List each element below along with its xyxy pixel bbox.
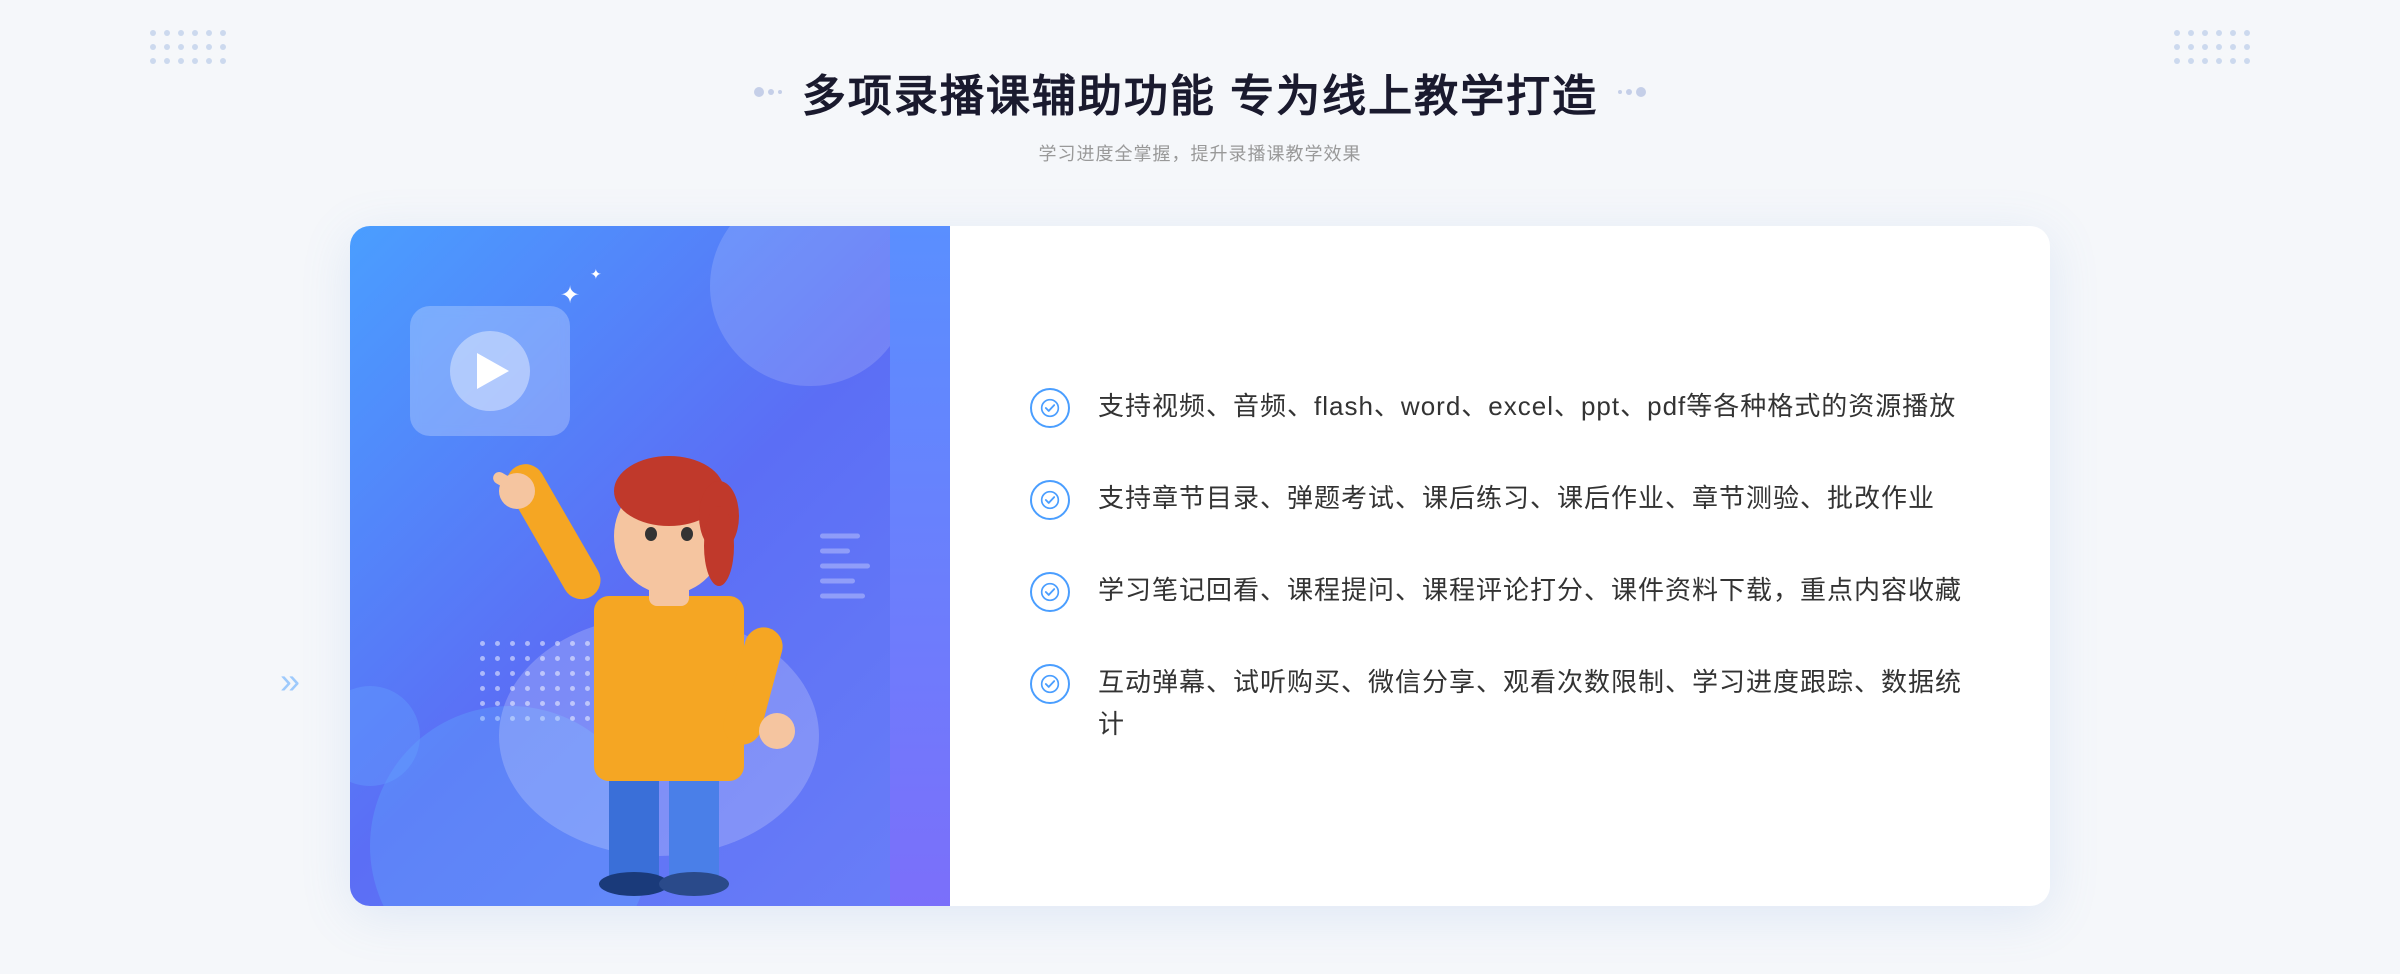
check-icon-1 [1030,388,1070,428]
feature-text-4: 互动弹幕、试听购买、微信分享、观看次数限制、学习进度跟踪、数据统计 [1098,662,1970,745]
feature-item-3: 学习笔记回看、课程提问、课程评论打分、课件资料下载，重点内容收藏 [1030,570,1970,612]
sparkle-2: ✦ [590,266,602,283]
title-deco-left [754,87,782,97]
bg-dots-right [2174,30,2250,64]
title-row: 多项录播课辅助功能 专为线上教学打造 [754,60,1646,124]
sparkle-1: ✦ [560,281,580,310]
content-card: ✦ ✦ [350,226,2050,906]
feature-item-2: 支持章节目录、弹题考试、课后练习、课后作业、章节测验、批改作业 [1030,478,1970,520]
check-icon-4 [1030,664,1070,704]
feature-text-1: 支持视频、音频、flash、word、excel、ppt、pdf等各种格式的资源… [1098,386,1956,428]
feature-item-1: 支持视频、音频、flash、word、excel、ppt、pdf等各种格式的资源… [1030,386,1970,428]
subtitle: 学习进度全掌握，提升录播课教学效果 [1038,140,1361,166]
header-section: 多项录播课辅助功能 专为线上教学打造 学习进度全掌握，提升录播课教学效果 [754,60,1646,166]
main-title: 多项录播课辅助功能 专为线上教学打造 [802,60,1598,124]
right-stripe [890,226,950,906]
illustration-area: ✦ ✦ [350,226,950,906]
feature-text-2: 支持章节目录、弹题考试、课后练习、课后作业、章节测验、批改作业 [1098,478,1935,520]
person-illustration [479,336,859,906]
check-icon-3 [1030,572,1070,612]
bg-dots-left [150,30,226,64]
title-deco-right [1618,87,1646,97]
feature-text-3: 学习笔记回看、课程提问、课程评论打分、课件资料下载，重点内容收藏 [1098,570,1962,612]
feature-item-4: 互动弹幕、试听购买、微信分享、观看次数限制、学习进度跟踪、数据统计 [1030,662,1970,745]
left-arrows-deco: » [280,660,300,702]
features-area: 支持视频、音频、flash、word、excel、ppt、pdf等各种格式的资源… [950,226,2050,906]
check-icon-2 [1030,480,1070,520]
page-wrapper: 多项录播课辅助功能 专为线上教学打造 学习进度全掌握，提升录播课教学效果 ✦ ✦ [0,0,2400,974]
